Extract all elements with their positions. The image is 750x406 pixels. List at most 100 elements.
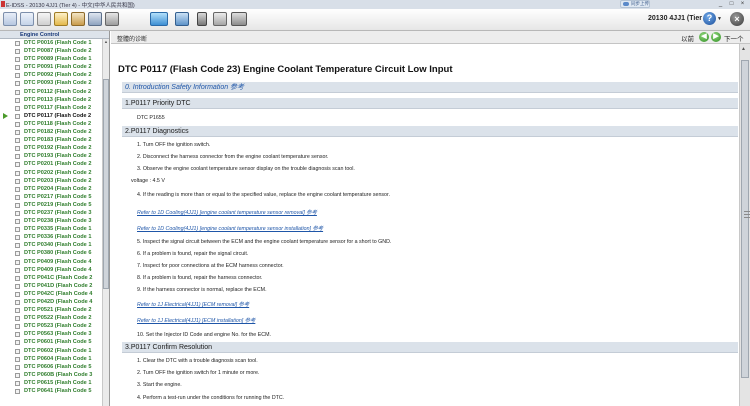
sidebar-item[interactable]: DTC P0563 (Flash Code 3 (0, 330, 102, 338)
nav-next-label[interactable]: 下一个 (724, 33, 744, 43)
document-icon (15, 259, 20, 265)
ref-link[interactable]: Refer to 1D Cooling(4JJ1) [engine coolan… (137, 208, 317, 216)
sidebar-item[interactable]: DTC P0409 (Flash Code 4 (0, 258, 102, 266)
cloud-sync-label: 同步上传 (631, 1, 649, 6)
content-scrollbar[interactable]: ▲ (739, 44, 750, 406)
book-icon[interactable] (20, 12, 34, 26)
next-arrow-icon[interactable]: ▶ (711, 32, 721, 42)
tools-icon[interactable] (54, 12, 68, 26)
sidebar-item[interactable]: DTC P0089 (Flash Code 1 (0, 55, 102, 63)
sidebar-item[interactable]: DTC P041C (Flash Code 2 (0, 274, 102, 282)
help-dropdown-icon[interactable]: ▼ (717, 16, 722, 22)
engine-icon[interactable] (231, 12, 247, 26)
sidebar-item[interactable]: DTC P0615 (Flash Code 1 (0, 379, 102, 387)
main-panel: 整體的诊断 以前 ◀ ▶ 下一个 DTC P0117 (Flash Code 2… (111, 31, 750, 406)
sidebar-item-label: DTC P0112 (Flash Code 2 (24, 88, 92, 95)
sidebar-item[interactable]: DTC P0217 (Flash Code 5 (0, 193, 102, 201)
sidebar-item[interactable]: DTC P0204 (Flash Code 2 (0, 185, 102, 193)
sidebar-item[interactable]: DTC P0522 (Flash Code 2 (0, 314, 102, 322)
sidebar-item[interactable]: DTC P042D (Flash Code 4 (0, 298, 102, 306)
sidebar-item[interactable]: DTC P042C (Flash Code 4 (0, 290, 102, 298)
sidebar-item[interactable]: DTC P0117 (Flash Code 2 (0, 104, 102, 112)
sidebar-item[interactable]: DTC P060B (Flash Code 3 (0, 371, 102, 379)
prev-arrow-icon[interactable]: ◀ (699, 32, 709, 42)
monitor-icon[interactable] (150, 12, 168, 26)
sidebar-item[interactable]: DTC P0340 (Flash Code 1 (0, 241, 102, 249)
sidebar-item-label: DTC P0602 (Flash Code 1 (24, 347, 92, 354)
connector-icon[interactable] (213, 12, 227, 26)
document-icon (15, 283, 20, 289)
home-icon[interactable] (3, 12, 17, 26)
step-text: 6. If a problem is found, repair the sig… (137, 251, 249, 257)
minimize-button[interactable]: _ (715, 0, 726, 8)
document-icon[interactable] (37, 12, 51, 26)
sidebar-item[interactable]: DTC P0336 (Flash Code 1 (0, 233, 102, 241)
sidebar-item[interactable]: DTC P0602 (Flash Code 1 (0, 347, 102, 355)
sidebar-item-label: DTC P0409 (Flash Code 4 (24, 266, 92, 273)
scroll-up-icon[interactable]: ▲ (103, 39, 109, 45)
cloud-icon (623, 2, 629, 6)
maximize-button[interactable]: □ (726, 0, 737, 8)
engine-title: 20130 4JJ1 (Tier 4) (648, 15, 711, 22)
sidebar-item[interactable]: DTC P0409 (Flash Code 4 (0, 266, 102, 274)
document-icon (15, 219, 20, 225)
sidebar-item[interactable]: DTC P0601 (Flash Code 5 (0, 338, 102, 346)
sidebar-item[interactable]: DTC P0091 (Flash Code 2 (0, 63, 102, 71)
scroll-up-icon[interactable]: ▲ (741, 46, 746, 52)
ref-link[interactable]: Refer to 1J Electrical(4JJ1) [ECM remova… (137, 300, 249, 308)
sidebar-item[interactable]: DTC P0606 (Flash Code 5 (0, 363, 102, 371)
document-icon (15, 243, 20, 249)
sidebar-item[interactable]: DTC P0237 (Flash Code 3 (0, 209, 102, 217)
sidebar-item[interactable]: DTC P0641 (Flash Code 5 (0, 387, 102, 395)
sidebar-item[interactable]: DTC P0182 (Flash Code 2 (0, 128, 102, 136)
sidebar-item[interactable]: DTC P0521 (Flash Code 2 (0, 306, 102, 314)
nav-prev-label[interactable]: 以前 (681, 33, 694, 43)
content-scroll-thumb[interactable] (741, 60, 750, 378)
sidebar-item[interactable]: DTC P0093 (Flash Code 2 (0, 79, 102, 87)
sidebar-item-label: DTC P042C (Flash Code 4 (24, 290, 93, 297)
sidebar-item[interactable]: DTC P0219 (Flash Code 5 (0, 201, 102, 209)
sidebar-item[interactable]: DTC P0203 (Flash Code 2 (0, 177, 102, 185)
sidebar-item[interactable]: DTC P0380 (Flash Code 6 (0, 249, 102, 257)
sidebar-item[interactable]: DTC P0523 (Flash Code 2 (0, 322, 102, 330)
sidebar-item-selected[interactable]: DTC P0117 (Flash Code 2 (0, 112, 102, 120)
document-icon (15, 356, 20, 362)
sidebar-item[interactable]: DTC P0118 (Flash Code 2 (0, 120, 102, 128)
help-button[interactable]: ? (703, 12, 716, 25)
sidebar-scrollbar[interactable]: ▲ (102, 39, 109, 406)
sidebar-item[interactable]: DTC P0193 (Flash Code 2 (0, 152, 102, 160)
sidebar-scroll-thumb[interactable] (103, 79, 109, 289)
print-icon[interactable] (105, 12, 119, 26)
sidebar-item[interactable]: DTC P0335 (Flash Code 1 (0, 225, 102, 233)
section-introduction[interactable]: 0. Introduction Safety Information 参考 (122, 82, 738, 93)
sidebar-item[interactable]: DTC P0201 (Flash Code 2 (0, 160, 102, 168)
document-icon (15, 308, 20, 314)
sidebar-item-label: DTC P0237 (Flash Code 3 (24, 209, 92, 216)
wrench-icon[interactable] (71, 12, 85, 26)
ref-link[interactable]: Refer to 1D Cooling(4JJ1) [engine coolan… (137, 224, 323, 232)
ref-link[interactable]: Refer to 1J Electrical(4JJ1) [ECM instal… (137, 316, 255, 324)
document-icon (15, 105, 20, 111)
sidebar-item-label: DTC P0089 (Flash Code 1 (24, 56, 92, 63)
sidebar-item-label: DTC P0641 (Flash Code 5 (24, 388, 92, 395)
sidebar-item-label: DTC P0091 (Flash Code 2 (24, 64, 92, 71)
sidebar-item[interactable]: DTC P041D (Flash Code 2 (0, 282, 102, 290)
cloud-sync-button[interactable]: 同步上传 (620, 0, 650, 8)
sidebar-item[interactable]: DTC P0183 (Flash Code 2 (0, 136, 102, 144)
sidebar-item[interactable]: DTC P0192 (Flash Code 2 (0, 144, 102, 152)
close-button[interactable]: × (730, 12, 744, 26)
sidebar-list: DTC P0016 (Flash Code 1 DTC P0087 (Flash … (0, 39, 102, 395)
sidebar-item[interactable]: DTC P0202 (Flash Code 2 (0, 169, 102, 177)
sidebar-item[interactable]: DTC P0112 (Flash Code 2 (0, 88, 102, 96)
sidebar-item-label: DTC P0219 (Flash Code 5 (24, 201, 92, 208)
window-close-button[interactable]: × (737, 0, 748, 8)
sidebar-item[interactable]: DTC P0604 (Flash Code 1 (0, 355, 102, 363)
settings-icon[interactable] (88, 12, 102, 26)
sidebar-item[interactable]: DTC P0087 (Flash Code 2 (0, 47, 102, 55)
sidebar-item[interactable]: DTC P0092 (Flash Code 2 (0, 71, 102, 79)
chart-icon[interactable] (175, 12, 189, 26)
battery-icon[interactable] (197, 12, 207, 26)
sidebar-item[interactable]: DTC P0113 (Flash Code 2 (0, 96, 102, 104)
sidebar-item[interactable]: DTC P0238 (Flash Code 3 (0, 217, 102, 225)
sidebar-item[interactable]: DTC P0016 (Flash Code 1 (0, 39, 102, 47)
